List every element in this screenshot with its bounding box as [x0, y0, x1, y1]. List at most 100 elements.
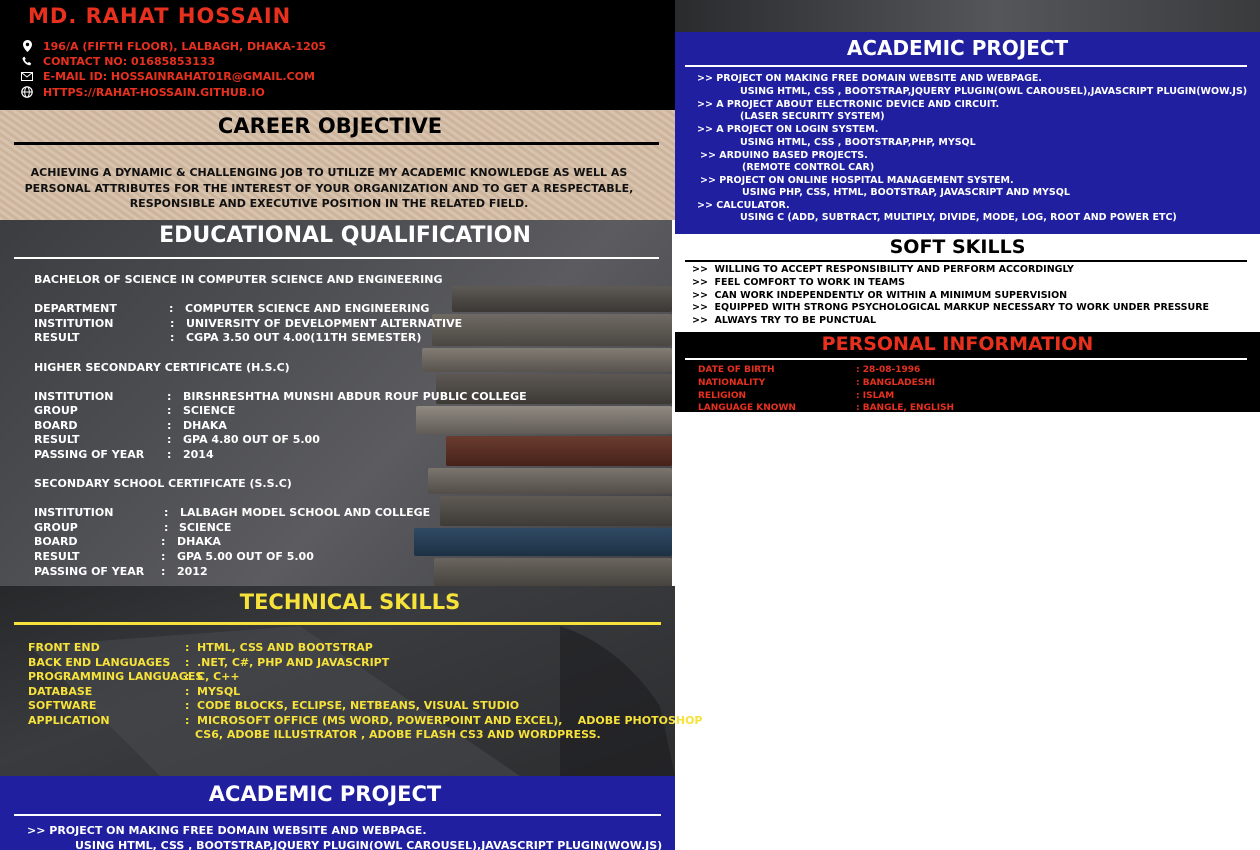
- hsc-group-value: SCIENCE: [183, 404, 236, 417]
- contact-email: E-MAIL ID: HOSSAINRAHAT01R@GMAIL.COM: [20, 68, 315, 84]
- ssc-board-label: BOARD: [34, 535, 78, 548]
- dob-label: DATE OF BIRTH: [698, 365, 775, 375]
- application-value-continued: CS6, ADOBE ILLUSTRATOR , ADOBE FLASH CS3…: [195, 728, 601, 741]
- bsc-department-value: COMPUTER SCIENCE AND ENGINEERING: [185, 302, 430, 315]
- ssc-board-value: DHAKA: [177, 535, 221, 548]
- project-item-6-title: >> CALCULATOR.: [697, 200, 790, 211]
- application-label: APPLICATION: [28, 714, 110, 727]
- language-value: : BANGLE, ENGLISH: [856, 403, 955, 413]
- ssc-result-value: GPA 5.00 OUT OF 5.00: [177, 550, 314, 563]
- academic-project-divider: [685, 65, 1247, 67]
- project-item-3-detail: USING HTML, CSS , BOOTSTRAP,PHP, MYSQL: [740, 137, 976, 148]
- bsc-department-label: DEPARTMENT: [34, 302, 117, 315]
- contact-website: HTTPS://RAHAT-HOSSAIN.GITHUB.IO: [20, 84, 265, 100]
- ssc-board-colon: :: [161, 535, 166, 548]
- software-label: SOFTWARE: [28, 699, 97, 712]
- applicant-name: MD. RAHAT HOSSAIN: [28, 4, 292, 28]
- ssc-year-value: 2012: [177, 565, 208, 578]
- programming-colon: :: [185, 670, 190, 683]
- soft-skills-divider: [685, 260, 1247, 262]
- phone-icon: [20, 54, 34, 68]
- hsc-result-value: GPA 4.80 OUT OF 5.00: [183, 433, 320, 446]
- dob-value: : 28-08-1996: [856, 365, 921, 375]
- soft-skills-title: SOFT SKILLS: [889, 236, 1026, 258]
- religion-label: RELIGION: [698, 391, 747, 401]
- ssc-group-label: GROUP: [34, 521, 78, 534]
- hsc-board-colon: :: [167, 419, 172, 432]
- hsc-result-label: RESULT: [34, 433, 80, 446]
- ssc-institution-label: INSTITUTION: [34, 506, 114, 519]
- globe-icon: [20, 85, 34, 99]
- contact-phone: CONTACT NO: 01685853133: [20, 53, 215, 69]
- hsc-board-value: DHAKA: [183, 419, 227, 432]
- project-item-1-detail: USING HTML, CSS , BOOTSTRAP,JQUERY PLUGI…: [740, 86, 1248, 97]
- soft-skill-item-2: >> FEEL COMFORT TO WORK IN TEAMS: [692, 277, 905, 288]
- personal-information-title: PERSONAL INFORMATION: [821, 333, 1094, 355]
- nationality-label: NATIONALITY: [698, 378, 766, 388]
- ssc-result-label: RESULT: [34, 550, 80, 563]
- project-item-1-title: >> PROJECT ON MAKING FREE DOMAIN WEBSITE…: [697, 73, 1043, 84]
- contact-website-link[interactable]: HTTPS://RAHAT-HOSSAIN.GITHUB.IO: [43, 86, 265, 99]
- bsc-institution-value: UNIVERSITY OF DEVELOPMENT ALTERNATIVE: [186, 317, 463, 330]
- ssc-heading: SECONDARY SCHOOL CERTIFICATE (S.S.C): [34, 477, 292, 490]
- nationality-value: : BANGLADESHI: [856, 378, 936, 388]
- ssc-institution-value: LALBAGH MODEL SCHOOL AND COLLEGE: [180, 506, 431, 519]
- bsc-department-colon: :: [169, 302, 174, 315]
- project-item-2-title: >> A PROJECT ABOUT ELECTRONIC DEVICE AND…: [697, 99, 1000, 110]
- soft-skill-item-5: >> ALWAYS TRY TO BE PUNCTUAL: [692, 315, 876, 326]
- project-item-6-detail: USING C (ADD, SUBTRACT, MULTIPLY, DIVIDE…: [740, 212, 1177, 223]
- location-pin-icon: [20, 39, 34, 53]
- ssc-institution-colon: :: [164, 506, 169, 519]
- bsc-heading: BACHELOR OF SCIENCE IN COMPUTER SCIENCE …: [34, 273, 443, 286]
- hsc-group-colon: :: [167, 404, 172, 417]
- academic-project-divider-left: [14, 814, 661, 816]
- books-background-image: [412, 250, 672, 586]
- project-item-5-title: >> PROJECT ON ONLINE HOSPITAL MANAGEMENT…: [700, 175, 1014, 186]
- hsc-institution-value: BIRSHRESHTHA MUNSHI ABDUR ROUF PUBLIC CO…: [183, 390, 527, 403]
- software-value: CODE BLOCKS, ECLIPSE, NETBEANS, VISUAL S…: [197, 699, 520, 712]
- back-end-label: BACK END LANGUAGES: [28, 656, 171, 669]
- technical-skills-title: TECHNICAL SKILLS: [239, 590, 461, 614]
- hsc-year-label: PASSING OF YEAR: [34, 448, 145, 461]
- background-photo-strip: [675, 0, 1260, 32]
- academic-project-title: ACADEMIC PROJECT: [846, 36, 1069, 60]
- hsc-board-label: BOARD: [34, 419, 78, 432]
- career-objective-text: ACHIEVING A DYNAMIC & CHALLENGING JOB TO…: [24, 166, 634, 210]
- left-project-item-title: >> PROJECT ON MAKING FREE DOMAIN WEBSITE…: [27, 824, 427, 837]
- soft-skill-item-1: >> WILLING TO ACCEPT RESPONSIBILITY AND …: [692, 264, 1074, 275]
- email-icon: [20, 69, 34, 83]
- personal-information-divider: [685, 358, 1247, 360]
- project-item-2-detail: (LASER SECURITY SYSTEM): [740, 111, 885, 122]
- programming-value: C, C++: [197, 670, 240, 683]
- application-value: MICROSOFT OFFICE (MS WORD, POWERPOINT AN…: [197, 714, 703, 727]
- front-end-label: FRONT END: [28, 641, 100, 654]
- hsc-year-value: 2014: [183, 448, 214, 461]
- technical-skills-divider: [14, 622, 661, 625]
- ssc-group-value: SCIENCE: [179, 521, 232, 534]
- project-item-4-title: >> ARDUINO BASED PROJECTS.: [700, 150, 868, 161]
- contact-phone-text: CONTACT NO: 01685853133: [43, 54, 216, 68]
- front-end-value: HTML, CSS AND BOOTSTRAP: [197, 641, 373, 654]
- hsc-heading: HIGHER SECONDARY CERTIFICATE (H.S.C): [34, 361, 290, 374]
- contact-email-text[interactable]: E-MAIL ID: HOSSAINRAHAT01R@GMAIL.COM: [43, 70, 315, 83]
- hsc-result-colon: :: [167, 433, 172, 446]
- software-colon: :: [185, 699, 190, 712]
- hsc-institution-label: INSTITUTION: [34, 390, 114, 403]
- education-divider: [14, 257, 659, 259]
- database-value: MYSQL: [197, 685, 241, 698]
- soft-skill-item-4: >> EQUIPPED WITH STRONG PSYCHOLOGICAL MA…: [692, 302, 1210, 313]
- front-end-colon: :: [185, 641, 190, 654]
- project-item-5-detail: USING PHP, CSS, HTML, BOOTSTRAP, JAVASCR…: [742, 187, 1070, 198]
- ssc-year-label: PASSING OF YEAR: [34, 565, 145, 578]
- application-colon: :: [185, 714, 190, 727]
- contact-address-text: 196/A (FIFTH FLOOR), LALBAGH, DHAKA-1205: [43, 39, 327, 53]
- education-title: EDUCATIONAL QUALIFICATION: [159, 223, 531, 248]
- ssc-group-colon: :: [164, 521, 169, 534]
- academic-project-title-left: ACADEMIC PROJECT: [208, 782, 442, 806]
- database-label: DATABASE: [28, 685, 93, 698]
- resume-header: MD. RAHAT HOSSAIN 196/A (FIFTH FLOOR), L…: [0, 0, 675, 110]
- bsc-institution-label: INSTITUTION: [34, 317, 114, 330]
- career-objective-title: CAREER OBJECTIVE: [217, 114, 443, 138]
- soft-skill-item-3: >> CAN WORK INDEPENDENTLY OR WITHIN A MI…: [692, 290, 1068, 301]
- back-end-value: .NET, C#, PHP AND JAVASCRIPT: [197, 656, 390, 669]
